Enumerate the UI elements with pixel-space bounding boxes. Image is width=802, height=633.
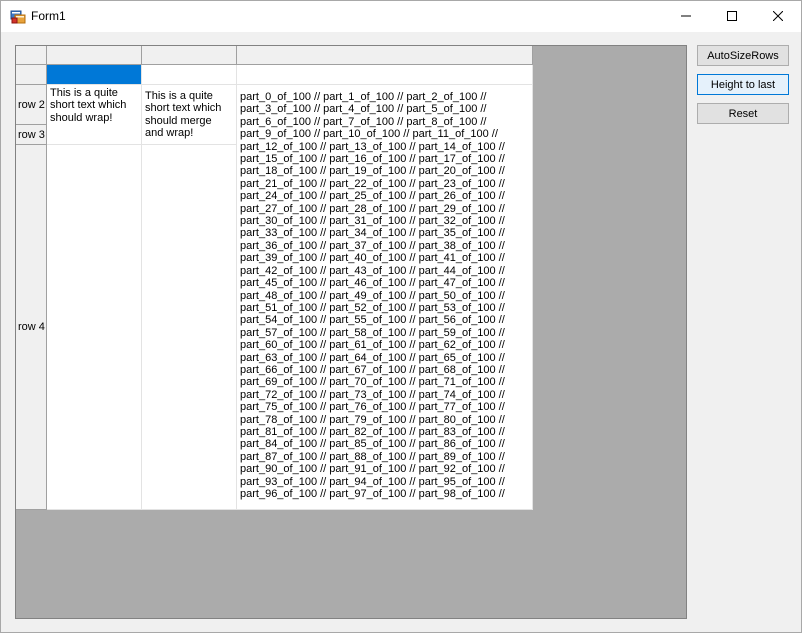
grid-cell-r4-c1[interactable] (47, 145, 142, 510)
close-button[interactable] (755, 1, 801, 32)
reset-button[interactable]: Reset (697, 103, 789, 124)
maximize-button[interactable] (709, 1, 755, 32)
grid-cell-r2-c2[interactable]: This is a quite short text which should … (142, 85, 237, 145)
row-header-3[interactable]: row 3 (16, 125, 47, 145)
window-title: Form1 (31, 9, 66, 23)
row-header-2[interactable]: row 2 (16, 85, 47, 125)
maximize-icon (727, 10, 737, 24)
title-bar[interactable]: Form1 (1, 1, 801, 32)
close-icon (772, 10, 784, 24)
grid-cell-r4-c2[interactable] (142, 145, 237, 510)
grid-cell-r1-c3[interactable] (237, 65, 533, 85)
minimize-button[interactable] (663, 1, 709, 32)
column-header-2[interactable] (142, 46, 237, 65)
window-frame: Form1 row 2 This is a quite short text w… (0, 0, 802, 633)
autosize-rows-button[interactable]: AutoSizeRows (697, 45, 789, 66)
height-to-last-button[interactable]: Height to last (697, 74, 789, 95)
grid-corner-header[interactable] (16, 46, 47, 65)
column-header-3[interactable] (237, 46, 533, 65)
grid-cell-r1-c1[interactable] (47, 65, 142, 85)
grid-cell-r2-c3[interactable]: part_0_of_100 // part_1_of_100 // part_2… (237, 85, 533, 510)
data-grid-view[interactable]: row 2 This is a quite short text which s… (15, 45, 687, 619)
column-header-1[interactable] (47, 46, 142, 65)
grid-cell-r2-c1[interactable]: This is a quite short text which should … (47, 85, 142, 145)
grid-cell-r1-c2[interactable] (142, 65, 237, 85)
winforms-app-icon (10, 9, 26, 25)
minimize-icon (681, 10, 691, 24)
row-header-4[interactable]: row 4 (16, 145, 47, 510)
row-header-1[interactable] (16, 65, 47, 85)
form-client-area: row 2 This is a quite short text which s… (1, 32, 801, 632)
